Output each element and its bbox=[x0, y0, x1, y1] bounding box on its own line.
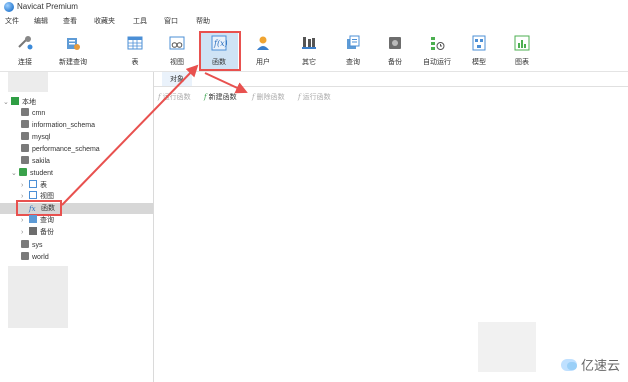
function-icon: f bbox=[204, 93, 207, 101]
backup-button[interactable]: 备份 bbox=[376, 31, 414, 69]
table-icon bbox=[29, 180, 37, 188]
table-icon bbox=[127, 36, 143, 50]
other-button[interactable]: 其它 bbox=[290, 31, 328, 69]
functions-tree-highlight bbox=[16, 200, 62, 216]
navicat-logo-icon bbox=[4, 2, 14, 12]
model-button[interactable]: 模型 bbox=[460, 31, 498, 69]
schedule-button[interactable]: 自动运行 bbox=[418, 31, 456, 69]
blurred-region bbox=[478, 322, 536, 372]
menu-view[interactable]: 查看 bbox=[63, 16, 77, 26]
student-backups[interactable]: › 备份 bbox=[21, 227, 54, 239]
blurred-region bbox=[8, 72, 48, 92]
database-icon bbox=[21, 240, 29, 248]
db-world[interactable]: world bbox=[21, 252, 49, 264]
chevron-down-icon: ⌄ bbox=[3, 99, 9, 106]
chevron-right-icon: › bbox=[21, 217, 24, 224]
table-button[interactable]: 表 bbox=[116, 31, 154, 69]
object-tab-bar: 对象 bbox=[154, 72, 628, 87]
db-student[interactable]: ⌄ student bbox=[11, 168, 53, 180]
menu-favorites[interactable]: 收藏夹 bbox=[94, 16, 115, 26]
window-title: Navicat Premium bbox=[17, 2, 78, 11]
db-sys[interactable]: sys bbox=[21, 240, 43, 252]
chart-icon bbox=[514, 35, 530, 51]
database-icon bbox=[21, 252, 29, 260]
db-information-schema[interactable]: information_schema bbox=[21, 120, 95, 132]
query-icon bbox=[347, 35, 360, 49]
user-button[interactable]: 用户 bbox=[244, 31, 282, 69]
chart-button[interactable]: 图表 bbox=[503, 31, 541, 69]
function-icon: f bbox=[158, 93, 161, 101]
database-icon bbox=[21, 120, 29, 128]
database-icon bbox=[21, 132, 29, 140]
blurred-region bbox=[8, 266, 68, 328]
query-icon bbox=[29, 215, 37, 223]
run-function-button[interactable]: f 运行函数 bbox=[158, 92, 191, 102]
chevron-right-icon: › bbox=[21, 193, 24, 200]
connection-icon bbox=[11, 97, 19, 105]
schedule-icon bbox=[431, 37, 445, 50]
backup-icon bbox=[389, 37, 401, 49]
title-bar: Navicat Premium bbox=[0, 0, 628, 14]
object-toolbar: f 运行函数 f 新建函数 f 删除函数 f 运行函数 bbox=[154, 88, 628, 104]
tab-object[interactable]: 对象 bbox=[162, 72, 192, 86]
db-performance-schema[interactable]: performance_schema bbox=[21, 144, 100, 156]
user-icon bbox=[257, 36, 269, 50]
database-icon bbox=[21, 156, 29, 164]
new-query-button[interactable]: 新建查询 bbox=[54, 31, 92, 69]
student-queries[interactable]: › 查询 bbox=[21, 215, 54, 227]
cloud-icon bbox=[560, 359, 577, 371]
db-cmn[interactable]: cmn bbox=[21, 108, 45, 120]
db-sakila[interactable]: sakila bbox=[21, 156, 50, 168]
database-icon bbox=[21, 108, 29, 116]
db-mysql[interactable]: mysql bbox=[21, 132, 50, 144]
database-icon bbox=[19, 168, 27, 176]
chevron-down-icon: ⌄ bbox=[11, 170, 17, 177]
new-query-icon bbox=[67, 38, 80, 50]
chevron-right-icon: › bbox=[21, 229, 24, 236]
menu-help[interactable]: 帮助 bbox=[196, 16, 210, 26]
function-icon: f bbox=[252, 93, 255, 101]
menu-window[interactable]: 窗口 bbox=[164, 16, 178, 26]
connection-button[interactable]: 连接 bbox=[6, 31, 44, 69]
backup-icon bbox=[29, 227, 37, 235]
database-icon bbox=[21, 144, 29, 152]
menu-tools[interactable]: 工具 bbox=[133, 16, 147, 26]
new-function-button[interactable]: f 新建函数 bbox=[204, 92, 237, 102]
main-toolbar: 连接 新建查询 表 视图 f(x) 函数 用户 其它 查询 备份 自动运行 模型 bbox=[0, 29, 628, 72]
other-icon bbox=[302, 37, 316, 49]
view-icon bbox=[29, 191, 37, 199]
view-icon bbox=[169, 36, 185, 50]
watermark: 亿速云 bbox=[560, 355, 620, 374]
run-function-button-2[interactable]: f 运行函数 bbox=[298, 92, 331, 102]
function-button-highlight bbox=[199, 31, 241, 71]
chevron-right-icon: › bbox=[21, 182, 24, 189]
menu-file[interactable]: 文件 bbox=[5, 16, 19, 26]
connection-icon bbox=[18, 36, 33, 50]
query-button[interactable]: 查询 bbox=[334, 31, 372, 69]
model-icon bbox=[472, 35, 486, 51]
delete-function-button[interactable]: f 删除函数 bbox=[252, 92, 285, 102]
menu-bar: 文件 编辑 查看 收藏夹 工具 窗口 帮助 bbox=[0, 14, 628, 28]
view-button[interactable]: 视图 bbox=[158, 31, 196, 69]
function-icon: f bbox=[298, 93, 301, 101]
menu-edit[interactable]: 编辑 bbox=[34, 16, 48, 26]
